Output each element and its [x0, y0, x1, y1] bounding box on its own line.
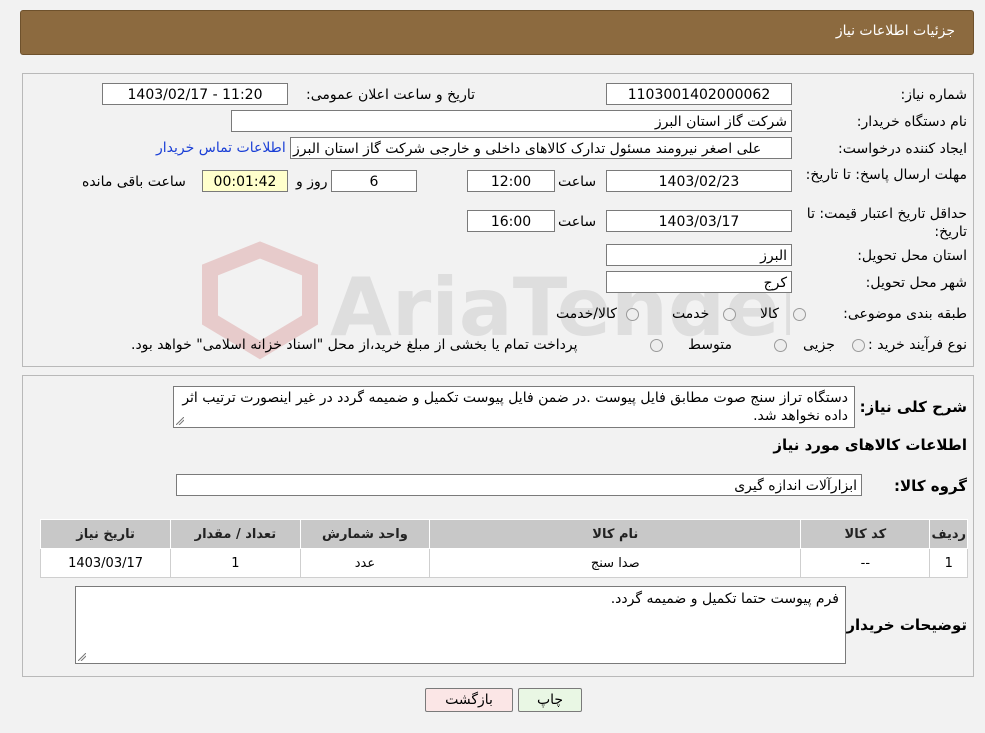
- city-label: شهر محل تحویل:: [865, 275, 967, 291]
- need-number-label: شماره نیاز:: [900, 87, 968, 103]
- price-validity-time-label: ساعت: [558, 214, 597, 230]
- city-field: کرج: [606, 271, 792, 293]
- process-note: پرداخت تمام یا بخشی از مبلغ خرید،از محل …: [131, 337, 578, 353]
- cell-row: 1: [929, 548, 968, 578]
- price-validity-date-field: 1403/03/17: [606, 210, 792, 232]
- days-label: روز و: [296, 174, 328, 190]
- need-number-field: 1103001402000062: [606, 83, 792, 105]
- col-quantity: تعداد / مقدار: [170, 519, 301, 549]
- goods-info-title: اطلاعات کالاهای مورد نیاز: [773, 436, 967, 454]
- summary-label: شرح کلی نیاز:: [859, 398, 967, 416]
- process-radio-minor[interactable]: [852, 339, 865, 352]
- goods-table: ردیف کد کالا نام کالا واحد شمارش تعداد /…: [39, 519, 968, 578]
- goods-group-field: ابزارآلات اندازه گیری: [176, 474, 862, 496]
- cell-name: صدا سنج: [429, 548, 802, 578]
- remaining-time-label: ساعت باقی مانده: [82, 174, 186, 190]
- announce-label: تاریخ و ساعت اعلان عمومی:: [306, 87, 475, 103]
- process-radio-treasury[interactable]: [650, 339, 663, 352]
- days-field: 6: [331, 170, 417, 192]
- process-label: نوع فرآیند خرید :: [868, 337, 967, 353]
- col-code: کد کالا: [800, 519, 931, 549]
- remaining-time-field: 00:01:42: [202, 170, 288, 192]
- requester-label: ایجاد کننده درخواست:: [838, 141, 967, 157]
- price-validity-time-field: 16:00: [467, 210, 555, 232]
- category-label: طبقه بندی موضوعی:: [843, 306, 967, 322]
- province-field: البرز: [606, 244, 792, 266]
- col-date: تاریخ نیاز: [39, 519, 172, 549]
- back-button[interactable]: بازگشت: [425, 688, 513, 712]
- category-option-goods: کالا: [760, 306, 779, 322]
- category-radio-goods[interactable]: [793, 308, 806, 321]
- col-name: نام کالا: [429, 519, 802, 549]
- cell-quantity: 1: [170, 548, 301, 578]
- buyer-contact-link[interactable]: اطلاعات تماس خریدار: [156, 140, 286, 156]
- category-radio-goods-service[interactable]: [626, 308, 639, 321]
- category-radio-service[interactable]: [723, 308, 736, 321]
- goods-table-header: ردیف کد کالا نام کالا واحد شمارش تعداد /…: [39, 519, 968, 549]
- summary-text: دستگاه تراز سنج صوت مطابق فایل پیوست .در…: [182, 390, 848, 424]
- cell-code: --: [800, 548, 931, 578]
- price-validity-label: حداقل تاریخ اعتبار قیمت: تا تاریخ:: [806, 206, 967, 240]
- category-option-service: خدمت: [672, 306, 710, 322]
- province-label: استان محل تحویل:: [857, 248, 967, 264]
- cell-unit: عدد: [299, 548, 431, 578]
- resize-handle-icon[interactable]: [176, 417, 184, 425]
- buyer-org-label: نام دستگاه خریدار:: [856, 114, 967, 130]
- category-option-goods-service: کالا/خدمت: [556, 306, 617, 322]
- col-row: ردیف: [929, 519, 968, 549]
- resize-handle-icon[interactable]: [78, 653, 86, 661]
- announce-field: 1403/02/17 - 11:20: [102, 83, 288, 105]
- deadline-time-label: ساعت: [558, 174, 597, 190]
- process-option-medium: متوسط: [688, 337, 732, 353]
- page-header: جزئیات اطلاعات نیاز: [20, 10, 974, 55]
- print-button[interactable]: چاپ: [518, 688, 582, 712]
- process-radio-medium[interactable]: [774, 339, 787, 352]
- table-row: 1 -- صدا سنج عدد 1 1403/03/17: [39, 548, 968, 578]
- deadline-label: مهلت ارسال پاسخ: تا تاریخ:: [805, 167, 967, 183]
- summary-textarea[interactable]: دستگاه تراز سنج صوت مطابق فایل پیوست .در…: [173, 386, 855, 428]
- requester-field: علی اصغر نیرومند مسئول تدارک کالاهای داخ…: [290, 137, 792, 159]
- buyer-notes-label: توضیحات خریدار:: [840, 616, 967, 634]
- goods-group-label: گروه کالا:: [894, 477, 967, 495]
- buyer-notes-text: فرم پیوست حتما تکمیل و ضمیمه گردد.: [610, 591, 839, 607]
- deadline-date-field: 1403/02/23: [606, 170, 792, 192]
- cell-date: 1403/03/17: [39, 548, 172, 578]
- page-title: جزئیات اطلاعات نیاز: [835, 23, 955, 39]
- buyer-notes-textarea[interactable]: فرم پیوست حتما تکمیل و ضمیمه گردد.: [75, 586, 846, 664]
- col-unit: واحد شمارش: [299, 519, 431, 549]
- process-option-minor: جزیی: [803, 337, 835, 353]
- buyer-org-field: شرکت گاز استان البرز: [231, 110, 792, 132]
- deadline-time-field: 12:00: [467, 170, 555, 192]
